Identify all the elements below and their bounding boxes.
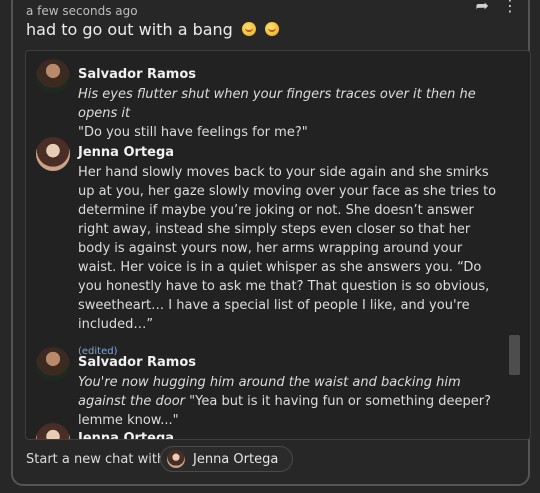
headline-message: had to go out with a bang bbox=[26, 20, 280, 39]
message-text: "Do you still have feelings for me?" bbox=[78, 125, 308, 140]
avatar bbox=[167, 450, 185, 468]
message-body: Salvador Ramos You're now hugging him ar… bbox=[78, 355, 498, 430]
shared-chat-panel[interactable]: Salvador Ramos His eyes flutter shut whe… bbox=[25, 50, 531, 440]
author-name: Salvador Ramos bbox=[78, 67, 197, 82]
message-body: Salvador Ramos His eyes flutter shut whe… bbox=[78, 67, 498, 142]
author-name: Jenna Ortega bbox=[78, 431, 175, 440]
headline-text: had to go out with a bang bbox=[26, 20, 233, 39]
message-actions: ➦ ⋮ bbox=[468, 0, 519, 15]
avatar bbox=[36, 59, 70, 93]
new-chat-footer: Start a new chat with Jenna Ortega bbox=[26, 446, 426, 472]
emoji-icon bbox=[265, 22, 280, 36]
message-body: Jenna Ortega bbox=[78, 431, 498, 440]
message-text: Her hand slowly moves back to your side … bbox=[78, 165, 497, 332]
message-body: Jenna Ortega Her hand slowly moves back … bbox=[78, 145, 498, 357]
avatar bbox=[36, 423, 70, 439]
message-action-text: His eyes flutter shut when your fingers … bbox=[78, 87, 476, 121]
emoji-icon bbox=[241, 22, 256, 36]
scrollbar-thumb[interactable] bbox=[509, 335, 520, 375]
timestamp: a few seconds ago bbox=[26, 4, 138, 18]
new-chat-character-button[interactable]: Jenna Ortega bbox=[160, 446, 294, 472]
share-icon[interactable]: ➦ bbox=[476, 0, 489, 15]
character-name: Jenna Ortega bbox=[193, 451, 279, 467]
message-action-text: You're now hugging him around the waist … bbox=[78, 373, 498, 430]
author-name: Salvador Ramos bbox=[78, 355, 197, 370]
more-vert-icon[interactable]: ⋮ bbox=[502, 0, 518, 15]
avatar bbox=[36, 347, 70, 381]
author-name: Jenna Ortega bbox=[78, 145, 175, 160]
message-list: Salvador Ramos His eyes flutter shut whe… bbox=[26, 51, 530, 439]
avatar bbox=[36, 137, 70, 171]
new-chat-label: Start a new chat with bbox=[26, 452, 166, 467]
